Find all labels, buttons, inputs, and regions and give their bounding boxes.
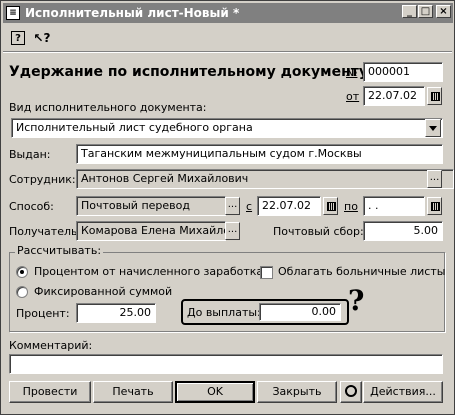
comment-field[interactable] <box>9 354 443 374</box>
employee-field[interactable]: Антонов Сергей Михайлович <box>76 169 454 189</box>
method-select-button[interactable]: ... <box>225 197 240 215</box>
document-icon: ≡ <box>6 6 20 20</box>
method-label: Способ: <box>9 200 54 213</box>
payout-label: До выплаты: <box>187 306 261 319</box>
settings-button[interactable] <box>340 381 362 403</box>
from-date-field[interactable]: 22.07.02 <box>257 196 321 216</box>
employee-select-button[interactable]: ... <box>427 170 442 188</box>
toolbar-separator <box>3 51 452 53</box>
close-window-button[interactable]: × <box>436 5 451 18</box>
title-bar: ≡ Исполнительный лист-Новый * <box>3 3 453 23</box>
postal-fee-field[interactable]: 5.00 <box>363 221 443 241</box>
fixed-radio[interactable] <box>16 286 28 298</box>
percent-field-label: Процент: <box>16 307 70 320</box>
calendar-icon[interactable] <box>427 87 442 105</box>
gear-icon <box>345 385 357 397</box>
ok-button[interactable]: OK <box>175 381 255 403</box>
to-label: по <box>344 200 358 213</box>
actions-button[interactable]: Действия... <box>363 381 443 403</box>
postal-fee-label: Почтовый сбор: <box>273 225 364 238</box>
doc-type-label: Вид исполнительного документа: <box>9 101 207 114</box>
print-button[interactable]: Печать <box>93 381 173 403</box>
recipient-label: Получатель: <box>9 225 82 238</box>
window-title: Исполнительный лист-Новый * <box>25 6 240 20</box>
minimize-button[interactable]: _ <box>402 5 417 18</box>
date-field[interactable]: 22.07.02 <box>363 86 425 106</box>
recipient-select-button[interactable]: ... <box>225 222 240 240</box>
whats-this-icon[interactable]: ↖? <box>33 29 51 47</box>
doc-type-select[interactable]: Исполнительный лист судебного органа <box>11 118 443 138</box>
percent-field[interactable]: 25.00 <box>76 303 156 323</box>
calc-group-label: Рассчитывать: <box>15 244 104 257</box>
maximize-button[interactable]: □ <box>418 5 433 18</box>
number-field[interactable]: 000001 <box>363 62 443 82</box>
issued-field[interactable]: Таганским межмуниципальным судом г.Москв… <box>76 144 443 164</box>
method-field[interactable]: Почтовый перевод <box>76 196 226 216</box>
form-heading: Удержание по исполнительному документу <box>9 64 369 80</box>
calendar-icon[interactable] <box>427 197 442 215</box>
percent-option-label[interactable]: Процентом от начисленного заработка <box>34 265 263 279</box>
question-mark: ? <box>348 284 365 317</box>
from-label: с <box>246 200 253 213</box>
close-button[interactable]: Закрыть <box>257 381 337 403</box>
percent-radio[interactable] <box>16 266 28 278</box>
date-label: от <box>346 90 360 103</box>
employee-label: Сотрудник: <box>9 173 76 186</box>
sick-leave-label[interactable]: Облагать больничные листы <box>278 265 445 279</box>
number-label: № <box>346 66 358 79</box>
post-button[interactable]: Провести <box>9 381 91 403</box>
help-icon[interactable]: ? <box>11 31 25 45</box>
chevron-down-icon[interactable] <box>425 119 441 137</box>
comment-label: Комментарий: <box>9 339 93 352</box>
fixed-option-label[interactable]: Фиксированной суммой <box>34 285 172 299</box>
recipient-field[interactable]: Комарова Елена Михайлов <box>76 221 226 241</box>
sick-leave-checkbox[interactable] <box>260 266 273 279</box>
to-date-field[interactable]: . . <box>363 196 425 216</box>
calendar-icon[interactable] <box>323 197 338 215</box>
payout-field[interactable]: 0.00 <box>259 303 341 321</box>
document-window: ≡ Исполнительный лист-Новый * _ □ × ? ↖?… <box>0 0 455 415</box>
issued-label: Выдан: <box>9 148 51 161</box>
